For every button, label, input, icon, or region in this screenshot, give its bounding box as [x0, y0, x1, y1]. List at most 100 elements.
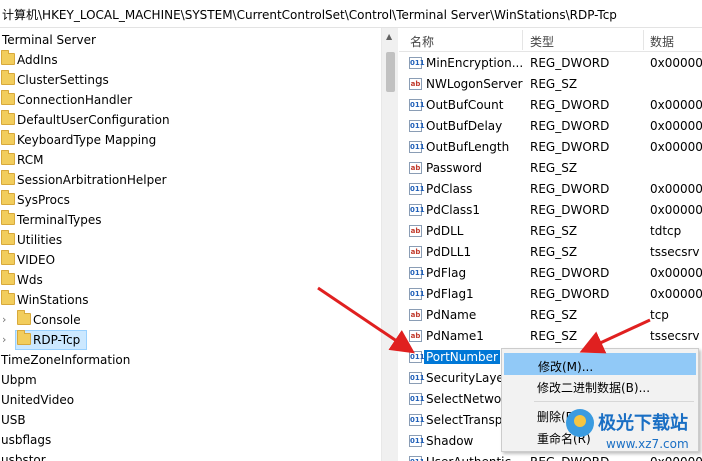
tree-item-label: KeyboardType Mapping — [17, 133, 157, 147]
table-row[interactable]: 011OutBufLength REG_DWORD 0x000002 — [399, 137, 702, 158]
folder-icon — [1, 90, 15, 105]
tree-item-unitedvideo[interactable]: UnitedVideo — [0, 390, 381, 410]
tree-item-usbstor[interactable]: usbstor — [0, 450, 381, 461]
table-row[interactable]: ab PdName1 REG_SZ tssecsrv — [399, 326, 702, 347]
tree-item-defaultuserconfiguration[interactable]: DefaultUserConfiguration — [0, 110, 381, 130]
value-type: REG_DWORD — [530, 266, 610, 280]
table-row[interactable]: 011OutBufDelay REG_DWORD 0x000000 — [399, 116, 702, 137]
folder-icon — [17, 330, 31, 345]
column-divider[interactable] — [643, 30, 644, 50]
table-row[interactable]: 011OutBufCount REG_DWORD 0x000000 — [399, 95, 702, 116]
tree-item-video[interactable]: VIDEO — [0, 250, 381, 270]
tree-item-winstations[interactable]: WinStations — [0, 290, 381, 310]
tree-item-label: USB — [1, 413, 26, 427]
binary-value-icon: 011 — [409, 204, 425, 216]
folder-icon — [1, 170, 15, 185]
tree-item-label: usbstor — [1, 453, 46, 461]
chevron-right-icon[interactable]: › — [2, 313, 6, 326]
value-data: 0x000002 — [650, 140, 702, 154]
tree-item-label: usbflags — [1, 433, 52, 447]
tree-item-console[interactable]: › Console — [0, 310, 381, 330]
table-row[interactable]: ab PdDLL1 REG_SZ tssecsrv — [399, 242, 702, 263]
string-value-icon: ab — [409, 330, 422, 342]
scroll-up-arrow-icon[interactable]: ▲ — [386, 32, 392, 41]
chevron-right-icon[interactable]: › — [2, 333, 6, 346]
tree-item-keyboardtype-mapping[interactable]: KeyboardType Mapping — [0, 130, 381, 150]
value-type: REG_DWORD — [530, 98, 610, 112]
value-data: 0x000000 — [650, 203, 702, 217]
tree-item-timezoneinformation[interactable]: TimeZoneInformation — [0, 350, 381, 370]
folder-icon — [1, 150, 15, 165]
table-row[interactable]: ab PdName REG_SZ tcp — [399, 305, 702, 326]
watermark-url: www.xz7.com — [606, 437, 689, 451]
menu-item-modify-binary[interactable]: 修改二进制数据(B)... — [504, 375, 696, 397]
binary-value-icon: 011 — [409, 393, 425, 405]
column-header-name[interactable]: 名称 — [410, 33, 434, 50]
binary-value-icon: 011 — [409, 120, 425, 132]
tree-item-terminal-server[interactable]: Terminal Server — [0, 30, 381, 50]
folder-icon — [1, 210, 15, 225]
string-value-icon: ab — [409, 225, 422, 237]
binary-value-icon: 011 — [409, 141, 425, 153]
column-divider[interactable] — [522, 30, 523, 50]
address-path: 计算机\HKEY_LOCAL_MACHINE\SYSTEM\CurrentCon… — [2, 8, 617, 22]
tree-item-rcm[interactable]: RCM — [0, 150, 381, 170]
tree-item-sysprocs[interactable]: SysProcs — [0, 190, 381, 210]
value-type: REG_SZ — [530, 308, 578, 322]
tree-item-usb[interactable]: USB — [0, 410, 381, 430]
value-type: REG_DWORD — [530, 203, 610, 217]
tree-scrollbar[interactable]: ▲ — [381, 28, 398, 461]
binary-value-icon: 011 — [409, 456, 425, 461]
tree-item-label: ClusterSettings — [17, 73, 109, 87]
scrollbar-thumb[interactable] — [386, 52, 395, 92]
menu-item-modify[interactable]: 修改(M)... — [504, 353, 696, 375]
tree-item-wds[interactable]: Wds — [0, 270, 381, 290]
tree-item-addins[interactable]: AddIns — [0, 50, 381, 70]
table-row[interactable]: ab Password REG_SZ — [399, 158, 702, 179]
value-data: tdtcp — [650, 224, 682, 238]
string-value-icon: ab — [409, 162, 422, 174]
value-type: REG_SZ — [530, 77, 578, 91]
binary-value-icon: 011 — [409, 57, 425, 69]
tree-item-usbflags[interactable]: usbflags — [0, 430, 381, 450]
value-name: PdClass — [426, 182, 473, 196]
tree-item-label: Console — [33, 313, 81, 327]
tree-item-sessionarbitrationhelper[interactable]: SessionArbitrationHelper — [0, 170, 381, 190]
table-row[interactable]: 011PdClass REG_DWORD 0x000000 — [399, 179, 702, 200]
table-row[interactable]: 011MinEncryption... REG_DWORD 0x000000 — [399, 53, 702, 74]
value-name: OutBufDelay — [426, 119, 503, 133]
value-name: Shadow — [426, 434, 474, 448]
table-row[interactable]: ab PdDLL REG_SZ tdtcp — [399, 221, 702, 242]
folder-icon — [1, 130, 15, 145]
table-row[interactable]: 011PdFlag REG_DWORD 0x000000 — [399, 263, 702, 284]
tree-item-label: Wds — [17, 273, 43, 287]
table-row[interactable]: ab NWLogonServer REG_SZ — [399, 74, 702, 95]
tree-item-label: TerminalTypes — [17, 213, 102, 227]
tree-item-terminaltypes[interactable]: TerminalTypes — [0, 210, 381, 230]
address-bar[interactable]: 计算机\HKEY_LOCAL_MACHINE\SYSTEM\CurrentCon… — [0, 0, 702, 28]
column-header-data[interactable]: 数据 — [650, 33, 674, 50]
value-name: PdName — [426, 308, 477, 322]
value-data: 0x000000 — [650, 287, 702, 301]
string-value-icon: ab — [409, 78, 422, 90]
table-row[interactable]: 011PdClass1 REG_DWORD 0x000000 — [399, 200, 702, 221]
tree-item-clustersettings[interactable]: ClusterSettings — [0, 70, 381, 90]
table-row[interactable]: 011PdFlag1 REG_DWORD 0x000000 — [399, 284, 702, 305]
column-header-type[interactable]: 类型 — [530, 33, 554, 50]
tree-item-label: Ubpm — [1, 373, 37, 387]
binary-value-icon: 011 — [409, 288, 425, 300]
value-name: NWLogonServer — [426, 77, 523, 91]
value-type: REG_SZ — [530, 245, 578, 259]
tree-item-ubpm[interactable]: Ubpm — [0, 370, 381, 390]
tree-item-utilities[interactable]: Utilities — [0, 230, 381, 250]
tree-item-label: Terminal Server — [2, 33, 96, 47]
tree-item-label: WinStations — [17, 293, 89, 307]
value-data: tssecsrv — [650, 245, 700, 259]
value-name: Password — [426, 161, 483, 175]
tree-item-connectionhandler[interactable]: ConnectionHandler — [0, 90, 381, 110]
folder-icon — [1, 190, 15, 205]
tree-item-label: DefaultUserConfiguration — [17, 113, 170, 127]
tree-item-label: VIDEO — [17, 253, 56, 267]
tree-item-rdp-tcp[interactable]: › RDP-Tcp — [0, 330, 381, 350]
value-type: REG_DWORD — [530, 56, 610, 70]
